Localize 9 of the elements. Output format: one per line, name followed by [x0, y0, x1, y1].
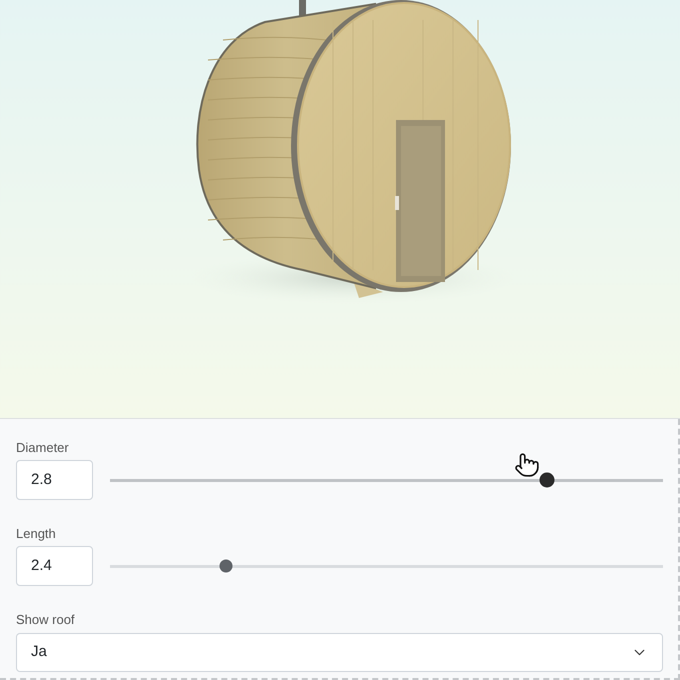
slider-thumb[interactable] — [220, 560, 233, 572]
number-input[interactable]: 2.8 — [16, 460, 93, 500]
field-label: Length — [16, 525, 57, 542]
hand-pointer-icon — [514, 452, 540, 478]
field-label: Diameter — [16, 439, 70, 456]
slider-thumb[interactable] — [539, 472, 554, 488]
dropdown-select[interactable]: Ja — [16, 633, 663, 672]
field-label: Show roof — [16, 611, 76, 628]
number-input[interactable]: 2.4 — [16, 546, 93, 586]
